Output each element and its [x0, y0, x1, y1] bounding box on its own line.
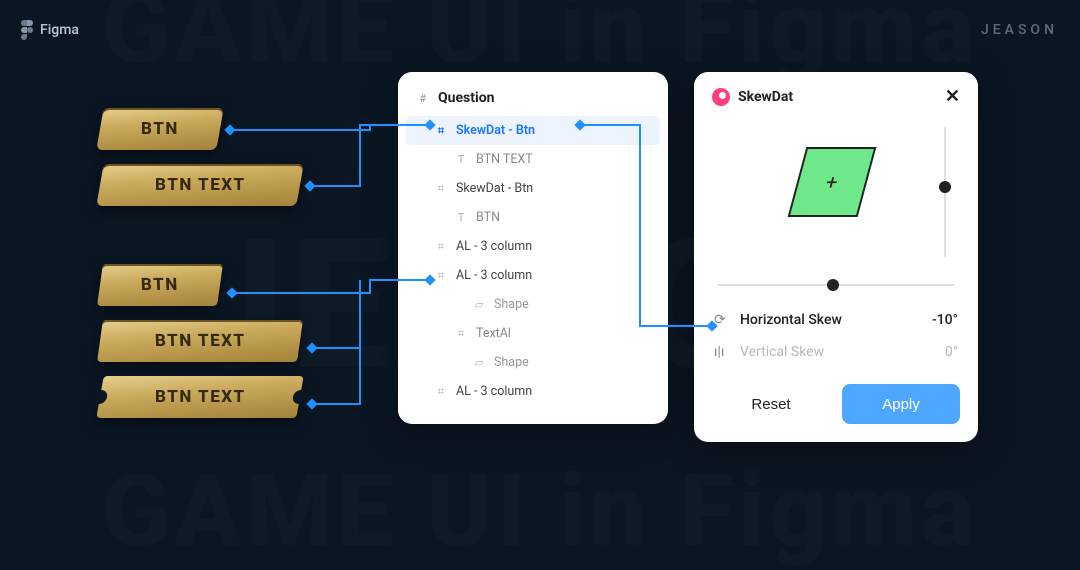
plugin-header: SkewDat ✕ [712, 86, 960, 107]
gold-btn-5[interactable]: BTN TEXT [96, 376, 303, 418]
gold-btn-2-label: BTN TEXT [155, 175, 246, 195]
layer-label: BTN [476, 210, 500, 225]
refresh-icon: ⟳ [714, 312, 730, 328]
layer-label: AL - 3 column [456, 268, 532, 283]
skewdat-icon [712, 88, 730, 106]
vertical-slider[interactable] [944, 127, 946, 257]
bg-text-bottom: GAME UI in Figma [0, 453, 1080, 570]
layer-label: BTN TEXT [476, 152, 533, 167]
layer-type-icon: ⌗ [434, 385, 448, 399]
horizontal-skew-value: -10° [932, 312, 958, 328]
skewdat-plugin-panel: SkewDat ✕ + ⟳ Horizontal Skew -10° ı|ı V… [694, 72, 978, 442]
figma-label: Figma [40, 22, 79, 38]
vertical-skew-row[interactable]: ı|ı Vertical Skew 0° [712, 336, 960, 368]
layers-panel: # Question ⌗ SkewDat - Btn T BTN TEXT ⌗ SkewD… [398, 72, 668, 424]
gold-btn-1-label: BTN [141, 119, 179, 139]
layer-type-icon: ⌗ [434, 269, 448, 283]
horizontal-skew-label: Horizontal Skew [740, 312, 842, 328]
gold-btn-4-label: BTN TEXT [154, 331, 245, 351]
layer-row-2[interactable]: ⌗ SkewDat - Btn [398, 174, 668, 203]
plugin-title: SkewDat [738, 89, 793, 105]
gold-btn-3-label: BTN [141, 275, 180, 295]
plus-icon: + [823, 170, 841, 194]
gold-btn-5-label: BTN TEXT [155, 387, 246, 407]
layer-row-0[interactable]: ⌗ SkewDat - Btn [406, 116, 660, 145]
layer-label: Shape [494, 355, 529, 370]
layer-type-icon: ▱ [472, 298, 486, 311]
layer-type-icon: ⌗ [434, 240, 448, 254]
gold-btn-1[interactable]: BTN [96, 108, 223, 150]
layer-row-9[interactable]: ⌗ AL - 3 column [398, 377, 668, 406]
layer-type-icon: ⌗ [434, 182, 448, 196]
layers-panel-header: # Question [398, 86, 668, 116]
figma-icon [20, 20, 34, 40]
gold-button-showcase: BTN BTN TEXT BTN BTN TEXT BTN TEXT [100, 108, 300, 418]
layer-type-icon: ⌗ [434, 124, 448, 138]
gold-btn-4[interactable]: BTN TEXT [97, 320, 303, 362]
layer-row-5[interactable]: ⌗ AL - 3 column [398, 261, 668, 290]
layer-label: TextAl [476, 326, 511, 341]
gold-btn-2[interactable]: BTN TEXT [96, 164, 303, 206]
layer-row-4[interactable]: ⌗ AL - 3 column [398, 232, 668, 261]
apply-button[interactable]: Apply [842, 384, 960, 424]
frame-icon: # [416, 92, 430, 105]
layer-row-3[interactable]: T BTN [398, 203, 668, 232]
layer-row-1[interactable]: T BTN TEXT [398, 145, 668, 174]
layer-label: AL - 3 column [456, 384, 532, 399]
vertical-skew-value: 0° [945, 344, 958, 360]
layer-type-icon: T [454, 153, 468, 166]
layer-label: Shape [494, 297, 529, 312]
gold-btn-3[interactable]: BTN [97, 264, 223, 306]
horizontal-skew-row[interactable]: ⟳ Horizontal Skew -10° [712, 304, 960, 336]
figma-logo: Figma [20, 20, 79, 40]
layer-label: SkewDat - Btn [456, 123, 535, 138]
vertical-skew-icon: ı|ı [714, 344, 730, 360]
layer-label: SkewDat - Btn [456, 181, 533, 196]
author-watermark: JEASON [981, 22, 1058, 38]
vertical-skew-label: Vertical Skew [740, 344, 824, 360]
plugin-preview: + [712, 117, 960, 272]
horizontal-slider[interactable] [718, 284, 954, 286]
layer-type-icon: T [454, 211, 468, 224]
close-icon[interactable]: ✕ [945, 86, 960, 107]
reset-button[interactable]: Reset [712, 384, 830, 424]
preview-shape[interactable]: + [788, 147, 877, 217]
layer-type-icon: ▱ [472, 356, 486, 369]
layers-title: Question [438, 90, 494, 106]
layer-row-6[interactable]: ▱ Shape [398, 290, 668, 319]
layer-label: AL - 3 column [456, 239, 532, 254]
layer-row-8[interactable]: ▱ Shape [398, 348, 668, 377]
layer-row-7[interactable]: ⌗ TextAl [398, 319, 668, 348]
layer-type-icon: ⌗ [454, 327, 468, 341]
